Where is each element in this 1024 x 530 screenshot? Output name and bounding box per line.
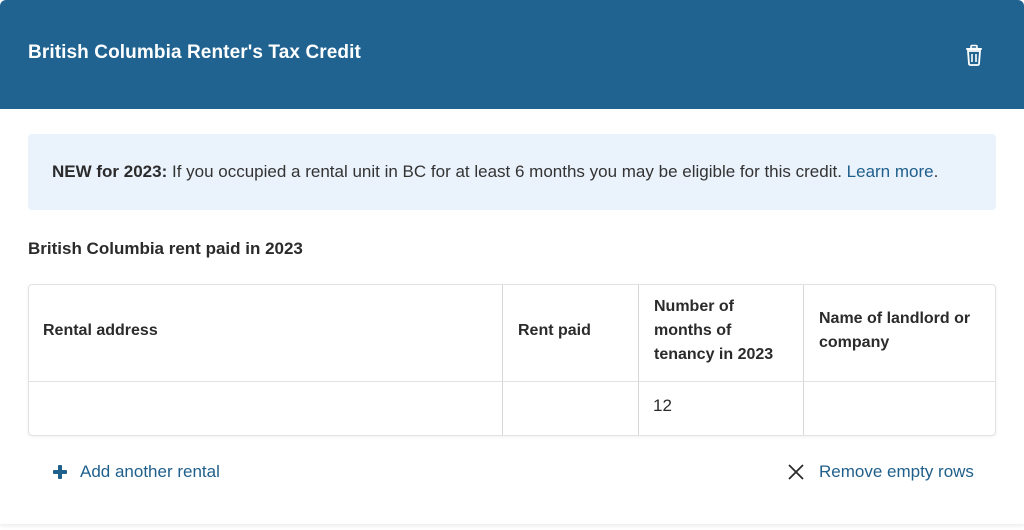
add-rental-label: Add another rental <box>80 462 220 481</box>
header-months-of-tenancy: Number of months of tenancy in 2023 <box>654 295 773 367</box>
remove-empty-rows-label: Remove empty rows <box>819 462 974 481</box>
remove-empty-rows-button[interactable]: Remove empty rows <box>787 462 974 482</box>
section-title: British Columbia rent paid in 2023 <box>28 239 303 258</box>
notice-suffix: . <box>933 162 939 181</box>
header-rental-address: Rental address <box>43 322 158 339</box>
trash-icon[interactable] <box>963 44 985 66</box>
header-landlord-line: Name of landlord or <box>819 310 971 327</box>
close-icon <box>788 464 804 480</box>
info-notice: NEW for 2023: If you occupied a rental u… <box>28 134 996 210</box>
notice-label: NEW for 2023: <box>52 162 168 181</box>
plus-icon <box>53 465 67 479</box>
months-input[interactable]: 12 <box>639 382 803 435</box>
rent-table: Rental address Rent paid Number of month… <box>28 284 996 436</box>
header-rent-paid: Rent paid <box>518 322 591 339</box>
add-rental-button[interactable]: Add another rental <box>52 462 220 482</box>
months-value: 12 <box>653 396 672 415</box>
header-months-line: months of <box>654 322 732 339</box>
notice-text: If you occupied a rental unit in BC for … <box>167 162 847 181</box>
landlord-name-input[interactable] <box>804 382 995 435</box>
header-landlord-line: company <box>819 334 890 351</box>
header-months-line: Number of <box>654 298 734 315</box>
header-months-line: tenancy in 2023 <box>654 346 774 363</box>
renters-tax-credit-card: British Columbia Renter's Tax Credit NEW… <box>0 0 1024 524</box>
learn-more-link[interactable]: Learn more <box>847 162 934 181</box>
rental-address-input[interactable] <box>29 382 502 435</box>
card-title: British Columbia Renter's Tax Credit <box>28 42 361 63</box>
card-header: British Columbia Renter's Tax Credit <box>0 0 1024 109</box>
rent-paid-input[interactable] <box>503 382 638 435</box>
header-landlord-name: Name of landlord or company <box>819 307 970 355</box>
